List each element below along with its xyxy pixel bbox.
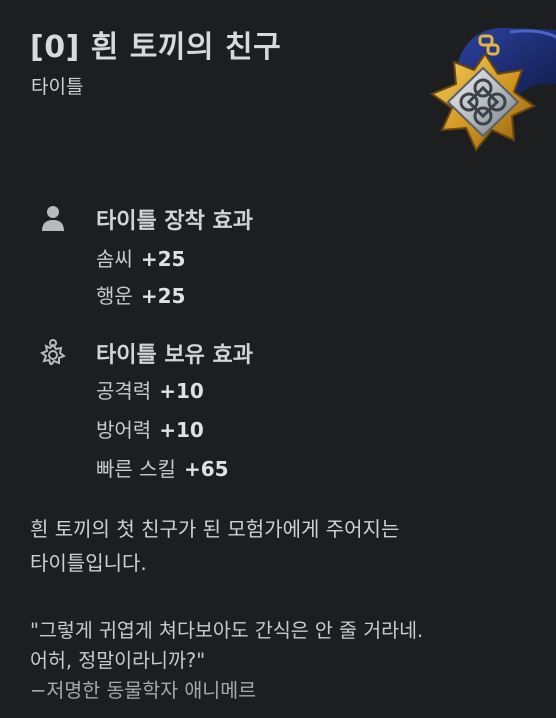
own-effect-heading: 타이틀 보유 효과 xyxy=(96,343,253,368)
stat-row: 솜씨 +25 xyxy=(96,243,185,280)
person-icon xyxy=(42,206,64,231)
stat-row: 행운 +25 xyxy=(96,280,185,317)
stat-value: +10 xyxy=(159,379,204,403)
stat-label: 솜씨 xyxy=(96,247,133,271)
stat-row: 공격력 +10 xyxy=(96,375,229,412)
quote-line: "그렇게 귀엽게 쳐다보아도 간식은 안 줄 거라네. xyxy=(30,619,424,642)
description-line: 흰 토끼의 첫 친구가 된 모험가에게 주어지는 xyxy=(30,517,400,541)
quote-line: 어허, 정말이라니까?" xyxy=(30,649,206,672)
stat-label: 행운 xyxy=(96,284,133,308)
quote-author: −저명한 동물학자 애니메르 xyxy=(30,679,257,702)
title-tooltip-panel: [0] 흰 토끼의 친구 타이틀 타이틀 장착 효과 솜씨 +25 행운 +25… xyxy=(0,0,556,718)
flavor-quote: "그렇게 귀엽게 쳐다보아도 간식은 안 줄 거라네. 어허, 정말이라니까?"… xyxy=(30,616,540,706)
stat-value: +10 xyxy=(159,418,204,442)
title-name: [0] 흰 토끼의 친구 xyxy=(30,30,282,65)
title-description: 흰 토끼의 첫 친구가 된 모험가에게 주어지는 타이틀입니다. xyxy=(30,512,530,580)
own-effect-section: 타이틀 보유 효과 공격력 +10 방어력 +10 빠른 스킬 +65 xyxy=(40,337,253,490)
title-medal-emblem-icon xyxy=(429,27,556,152)
item-category: 타이틀 xyxy=(31,76,84,98)
stat-value: +65 xyxy=(183,457,229,481)
equip-effect-section: 타이틀 장착 효과 솜씨 +25 행운 +25 xyxy=(40,203,253,317)
description-line: 타이틀입니다. xyxy=(30,551,147,575)
stat-value: +25 xyxy=(140,284,186,308)
stat-row: 빠른 스킬 +65 xyxy=(96,453,229,490)
stat-label: 방어력 xyxy=(96,418,152,442)
stat-label: 빠른 스킬 xyxy=(96,457,176,481)
stat-label: 공격력 xyxy=(96,379,152,403)
stat-row: 방어력 +10 xyxy=(96,414,229,451)
equip-effect-heading: 타이틀 장착 효과 xyxy=(96,209,253,234)
stat-value: +25 xyxy=(140,247,186,271)
medal-icon xyxy=(40,339,66,365)
